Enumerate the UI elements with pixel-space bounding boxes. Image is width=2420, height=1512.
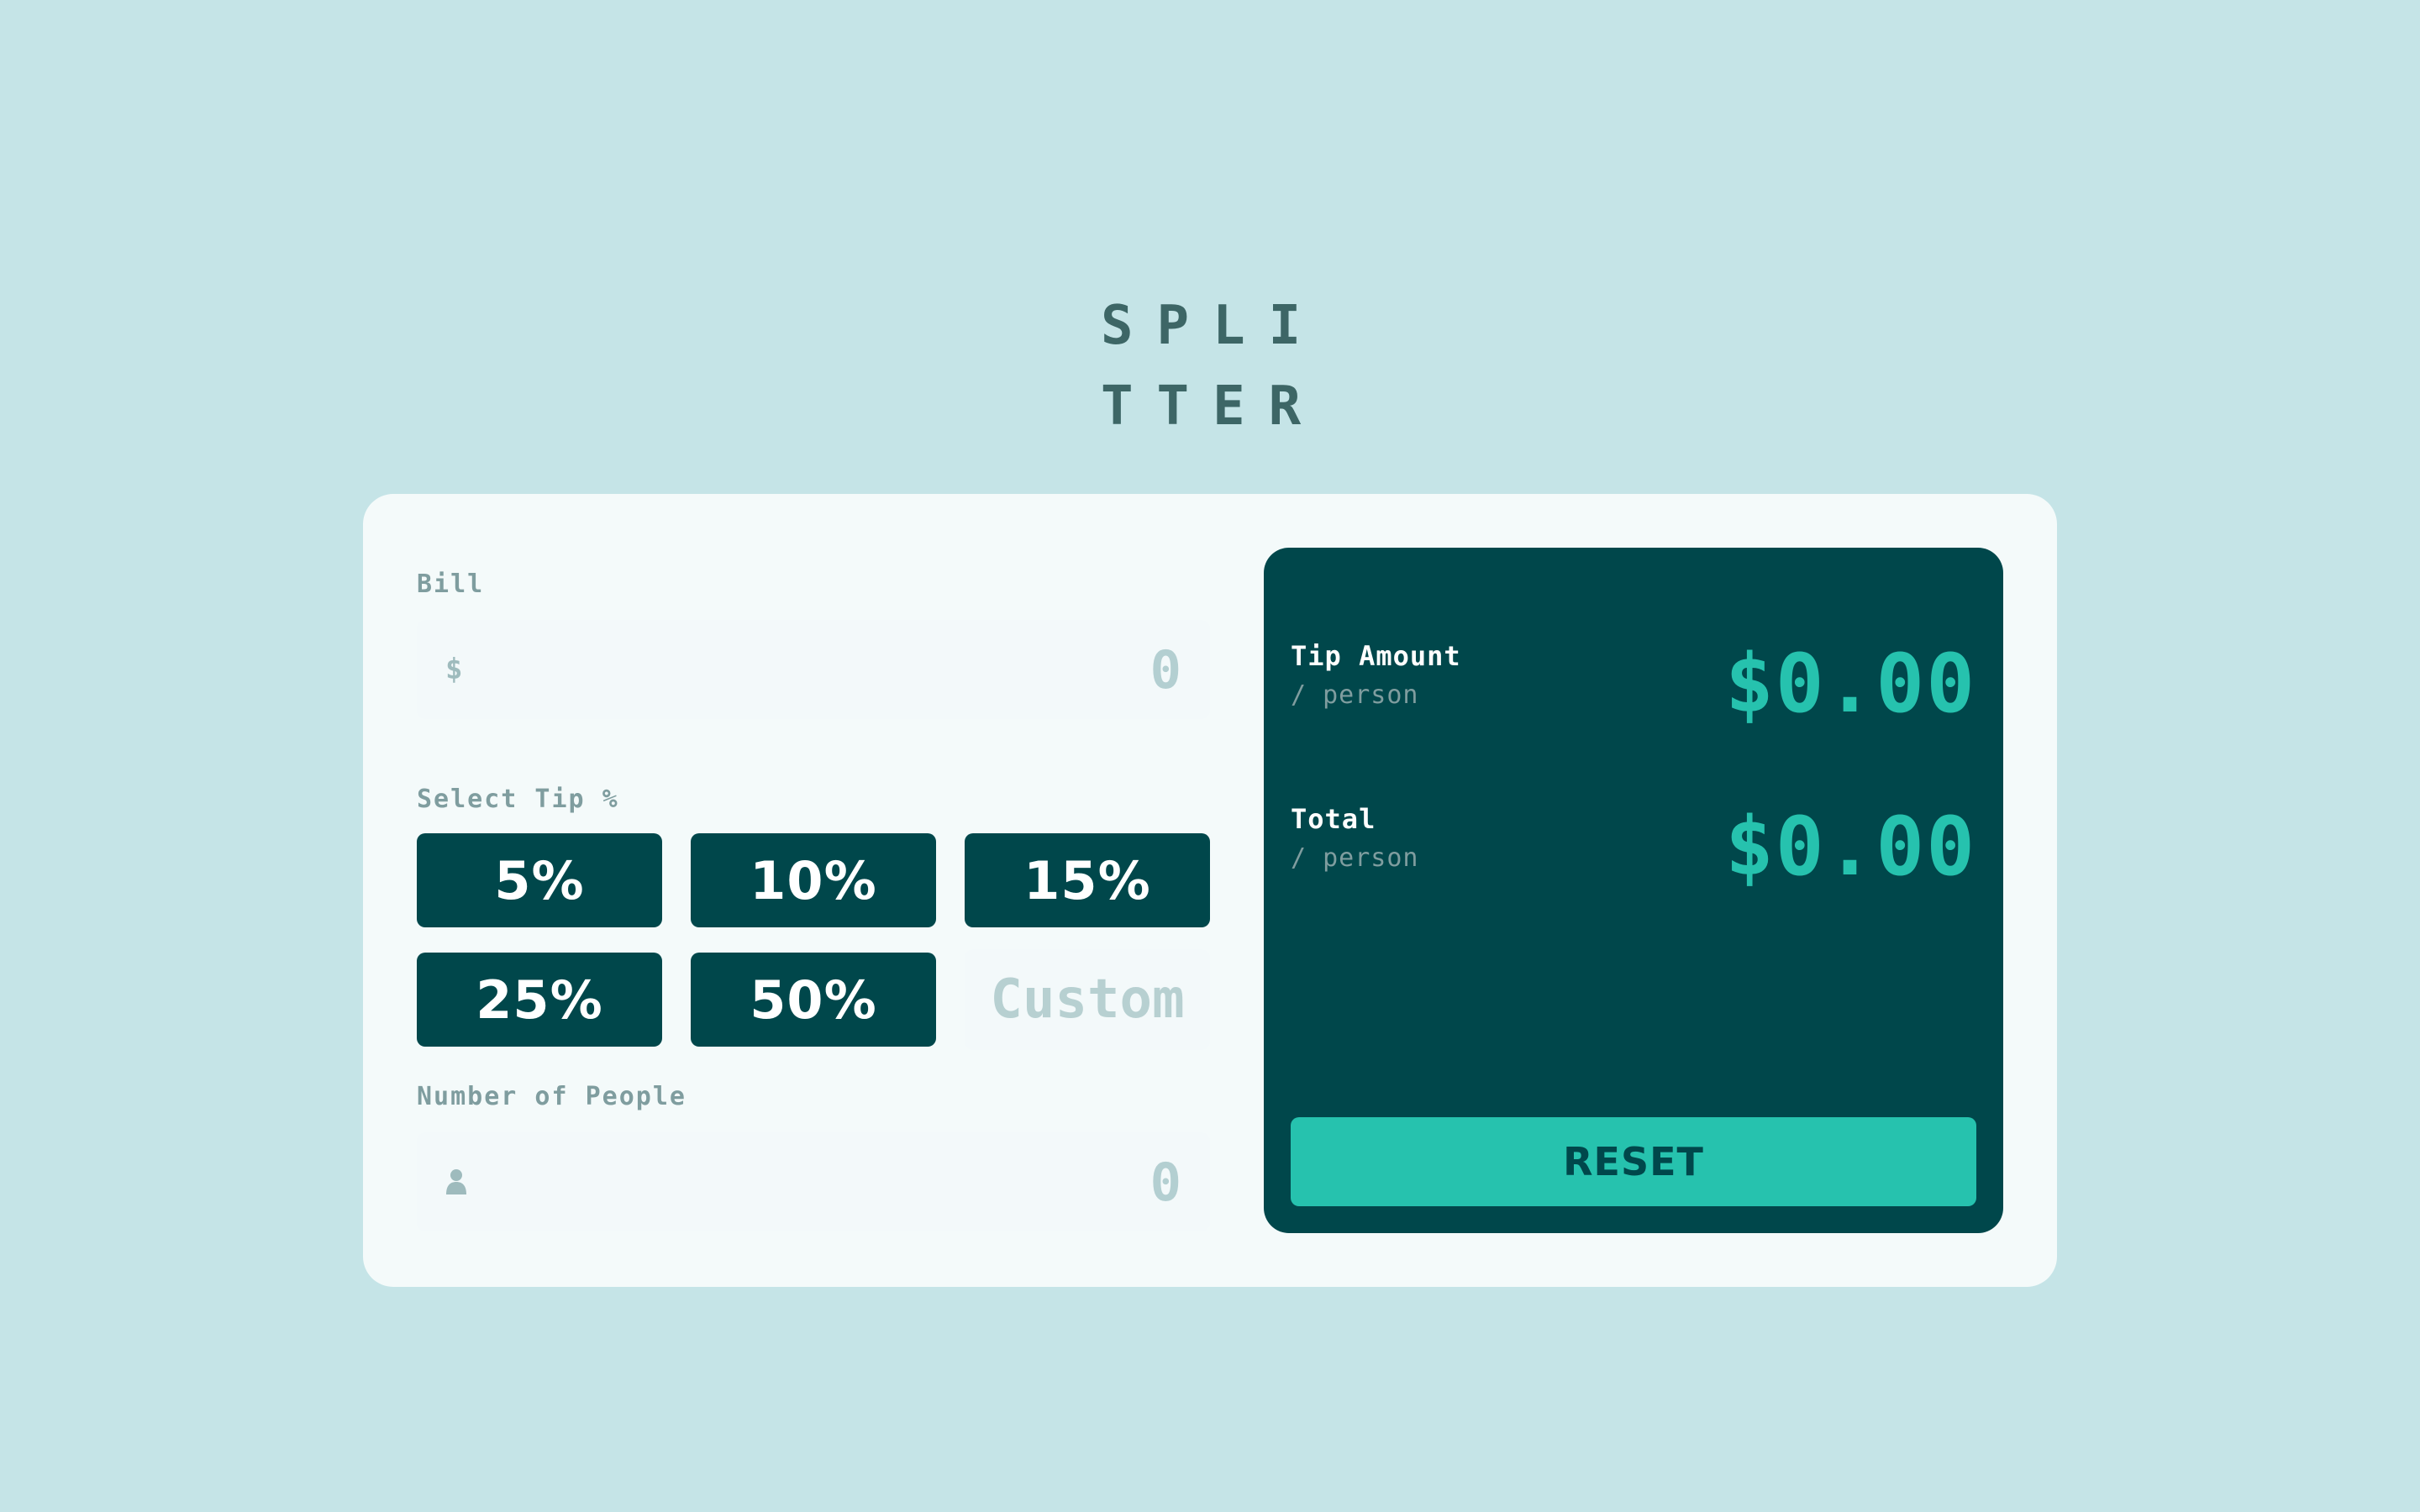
bill-label: Bill	[417, 570, 485, 599]
total-sub: / person	[1291, 843, 1419, 873]
bill-input[interactable]: $ 0	[417, 620, 1210, 719]
results-panel: Tip Amount / person $0.00 Total / person…	[1264, 548, 2003, 1233]
tip-amount-sub: / person	[1291, 680, 1419, 710]
calculator-card: Bill $ 0 Select Tip % 5% 10% 15% 25% 50%…	[363, 494, 2057, 1287]
bill-value: 0	[1150, 638, 1181, 701]
splitter-logo: SPLI TTER	[1101, 286, 1319, 447]
logo-line-2: TTER	[1101, 375, 1325, 438]
tip-amount-value: $0.00	[1725, 637, 1976, 731]
person-icon-svg	[446, 1169, 466, 1194]
people-value: 0	[1150, 1151, 1181, 1213]
tip-button-25[interactable]: 25%	[417, 953, 662, 1047]
tip-button-10[interactable]: 10%	[691, 833, 936, 927]
people-input[interactable]: 0	[417, 1132, 1210, 1231]
dollar-icon: $	[445, 653, 463, 686]
people-label: Number of People	[417, 1082, 687, 1111]
select-tip-label: Select Tip %	[417, 785, 619, 814]
total-value: $0.00	[1725, 800, 1976, 894]
person-icon	[445, 1132, 467, 1231]
logo-line-1: SPLI	[1101, 295, 1325, 357]
custom-tip-input[interactable]: Custom	[965, 949, 1210, 1050]
tip-amount-title: Tip Amount	[1291, 640, 1461, 672]
tip-button-15[interactable]: 15%	[965, 833, 1210, 927]
total-title: Total	[1291, 803, 1376, 835]
reset-button[interactable]: RESET	[1291, 1117, 1976, 1206]
tip-button-5[interactable]: 5%	[417, 833, 662, 927]
tip-button-50[interactable]: 50%	[691, 953, 936, 1047]
